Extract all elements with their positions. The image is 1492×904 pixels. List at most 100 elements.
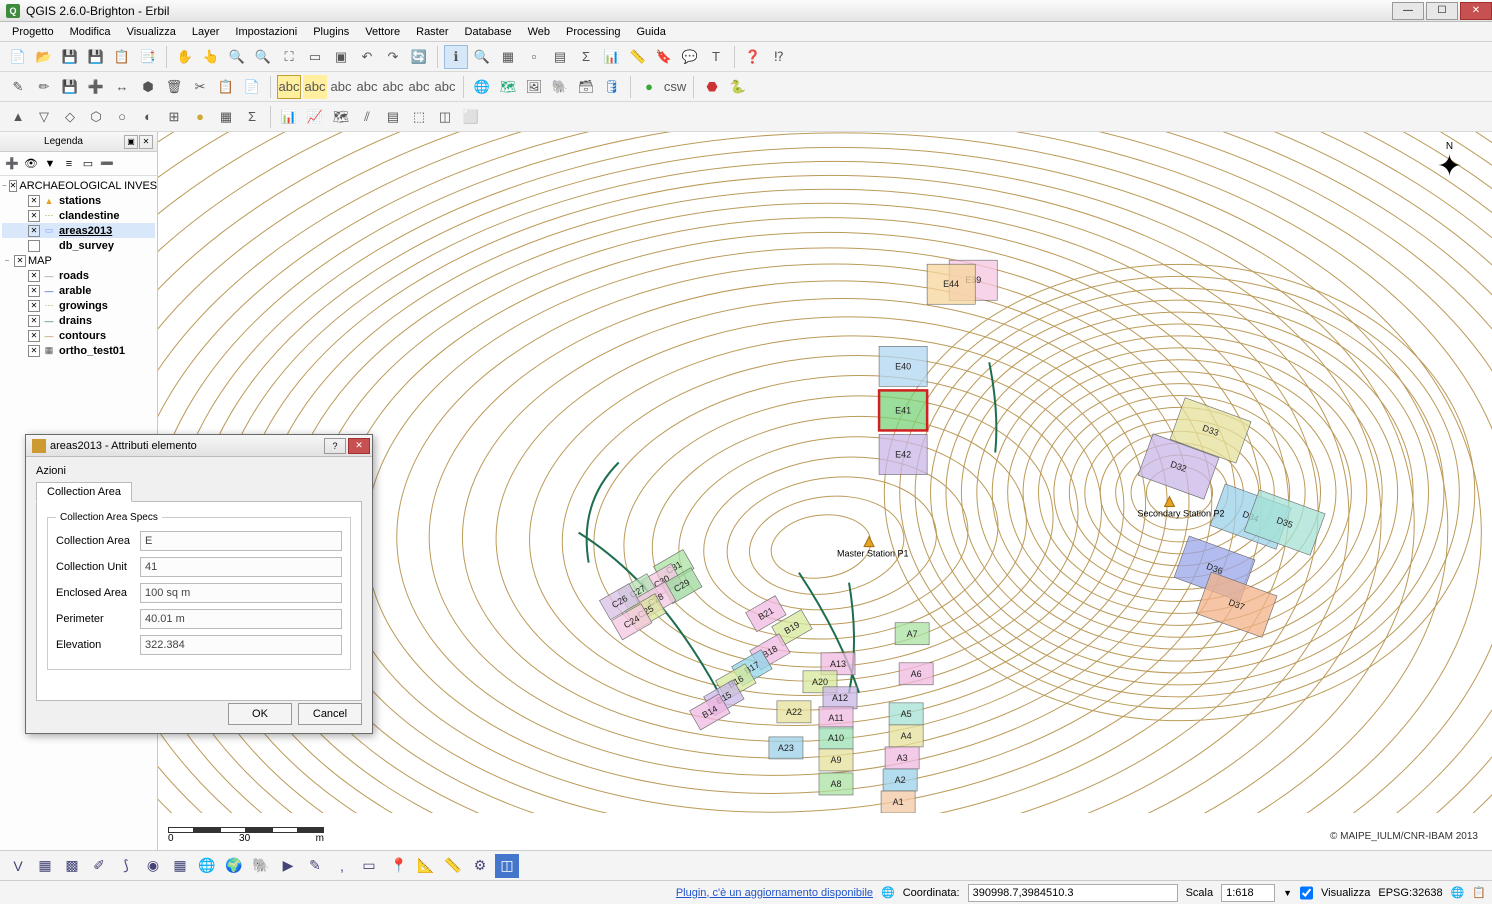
field-input[interactable] (140, 583, 342, 603)
vector-tool2-icon[interactable]: ▽ (32, 105, 56, 129)
label2-icon[interactable]: abc (303, 75, 327, 99)
tool-icon[interactable]: ◫ (495, 854, 519, 878)
cancel-button[interactable]: Cancel (298, 703, 362, 725)
panel-float-button[interactable]: ▣ (124, 135, 138, 149)
collapse-icon[interactable]: ▭ (80, 156, 96, 172)
vector-tool-icon[interactable]: ▲ (6, 105, 30, 129)
area-A5[interactable]: A5 (889, 703, 923, 725)
label7-icon[interactable]: abc (433, 75, 457, 99)
panel-close-button[interactable]: ✕ (139, 135, 153, 149)
wms-icon[interactable]: 🌐 (470, 75, 494, 99)
raster-tool6-icon[interactable]: ⬚ (407, 105, 431, 129)
area-A9[interactable]: A9 (819, 749, 853, 771)
render-checkbox[interactable] (1300, 884, 1313, 902)
menu-visualizza[interactable]: Visualizza (119, 24, 184, 40)
select-icon[interactable]: ▦ (496, 45, 520, 69)
annotation-icon[interactable]: 💬 (678, 45, 702, 69)
area-A12[interactable]: A12 (823, 687, 857, 709)
zoom-native-icon[interactable]: 🔍 (470, 45, 494, 69)
crs-button[interactable]: 🌐 (1451, 886, 1465, 899)
area-A22[interactable]: A22 (777, 701, 811, 723)
label-icon[interactable]: abc (277, 75, 301, 99)
dig10-icon[interactable]: 🐘 (249, 854, 273, 878)
dig14-icon[interactable]: ▭ (357, 854, 381, 878)
area-E44[interactable]: E44 (927, 264, 975, 304)
expand-icon[interactable]: ≡ (61, 156, 77, 172)
field-calc-icon[interactable]: Σ (574, 45, 598, 69)
raster-tool3-icon[interactable]: 🗺 (329, 105, 353, 129)
zoom-full-icon[interactable]: ⛶ (277, 45, 301, 69)
area-A11[interactable]: A11 (819, 707, 853, 729)
dig7-icon[interactable]: ▦ (168, 854, 192, 878)
remove-icon[interactable]: ➖ (99, 156, 115, 172)
dig8-icon[interactable]: 🌐 (195, 854, 219, 878)
plugin-update-link[interactable]: Plugin, c'è un aggiornamento disponibile (676, 887, 873, 899)
vector-tool10-icon[interactable]: Σ (240, 105, 264, 129)
identify-icon[interactable]: ℹ (444, 45, 468, 69)
log-button[interactable]: 📋 (1472, 886, 1486, 899)
layer-item[interactable]: ✕▦ortho_test01 (2, 343, 155, 358)
composer-manager-icon[interactable]: 📑 (136, 45, 160, 69)
dig5-icon[interactable]: ⟆ (114, 854, 138, 878)
globe-icon[interactable]: 🌐 (881, 886, 895, 899)
zoom-last-icon[interactable]: ↶ (355, 45, 379, 69)
layer-item[interactable]: ✕—roads (2, 268, 155, 283)
dig2-icon[interactable]: ▦ (33, 854, 57, 878)
area-A6[interactable]: A6 (899, 663, 933, 685)
menu-plugins[interactable]: Plugins (305, 24, 357, 40)
edit-icon[interactable]: ✎ (6, 75, 30, 99)
save-icon[interactable]: 💾 (58, 45, 82, 69)
dialog-help-button[interactable]: ? (324, 438, 346, 454)
menu-processing[interactable]: Processing (558, 24, 628, 40)
maximize-button[interactable]: ☐ (1426, 2, 1458, 20)
refresh-icon[interactable]: 🔄 (407, 45, 431, 69)
raster-icon[interactable]: 🖼 (522, 75, 546, 99)
cut-icon[interactable]: ✂ (188, 75, 212, 99)
layer-visibility-icon[interactable]: 👁 (23, 156, 39, 172)
area-A2[interactable]: A2 (883, 769, 917, 791)
new-project-icon[interactable]: 📄 (6, 45, 30, 69)
zoom-layer-icon[interactable]: ▭ (303, 45, 327, 69)
zoom-in-icon[interactable]: 🔍 (225, 45, 249, 69)
label5-icon[interactable]: abc (381, 75, 405, 99)
layer-item[interactable]: ✕⋯clandestine (2, 208, 155, 223)
vector-tool3-icon[interactable]: ◇ (58, 105, 82, 129)
layer-item[interactable]: db_survey (2, 238, 155, 253)
dig12-icon[interactable]: ✎ (303, 854, 327, 878)
postgis-icon[interactable]: 🐘 (548, 75, 572, 99)
menu-guida[interactable]: Guida (628, 24, 673, 40)
dig1-icon[interactable]: V (6, 854, 30, 878)
zoom-selection-icon[interactable]: ▣ (329, 45, 353, 69)
raster-tool5-icon[interactable]: ▤ (381, 105, 405, 129)
delete-icon[interactable]: 🗑 (162, 75, 186, 99)
dig9-icon[interactable]: 🌍 (222, 854, 246, 878)
vector-tool9-icon[interactable]: ▦ (214, 105, 238, 129)
raster-tool7-icon[interactable]: ◫ (433, 105, 457, 129)
text-annotation-icon[interactable]: T (704, 45, 728, 69)
area-A4[interactable]: A4 (889, 725, 923, 747)
area-E40[interactable]: E40 (879, 346, 927, 386)
csw-icon[interactable]: csw (663, 75, 687, 99)
wfs-icon[interactable]: 🗺 (496, 75, 520, 99)
area-A7[interactable]: A7 (895, 623, 929, 645)
label3-icon[interactable]: abc (329, 75, 353, 99)
tab-collection-area[interactable]: Collection Area (36, 482, 132, 502)
ruler-icon[interactable]: 📏 (441, 854, 465, 878)
metasearch-icon[interactable]: ● (637, 75, 661, 99)
zoom-next-icon[interactable]: ↷ (381, 45, 405, 69)
measure-icon[interactable]: 📏 (626, 45, 650, 69)
db-icon[interactable]: 🛢 (600, 75, 624, 99)
menu-database[interactable]: Database (457, 24, 520, 40)
save-as-icon[interactable]: 💾 (84, 45, 108, 69)
new-composer-icon[interactable]: 📋 (110, 45, 134, 69)
area-E41[interactable]: E41 (879, 390, 927, 430)
area-D35[interactable]: D35 (1244, 490, 1325, 555)
vector-tool6-icon[interactable]: ◐ (136, 105, 160, 129)
raster-tool2-icon[interactable]: 📈 (303, 105, 327, 129)
plugin-icon[interactable]: ⬣ (700, 75, 724, 99)
vector-tool5-icon[interactable]: ○ (110, 105, 134, 129)
table-icon[interactable]: ▤ (548, 45, 572, 69)
area-A8[interactable]: A8 (819, 773, 853, 795)
layer-item[interactable]: ✕⋯growings (2, 298, 155, 313)
menu-impostazioni[interactable]: Impostazioni (227, 24, 305, 40)
